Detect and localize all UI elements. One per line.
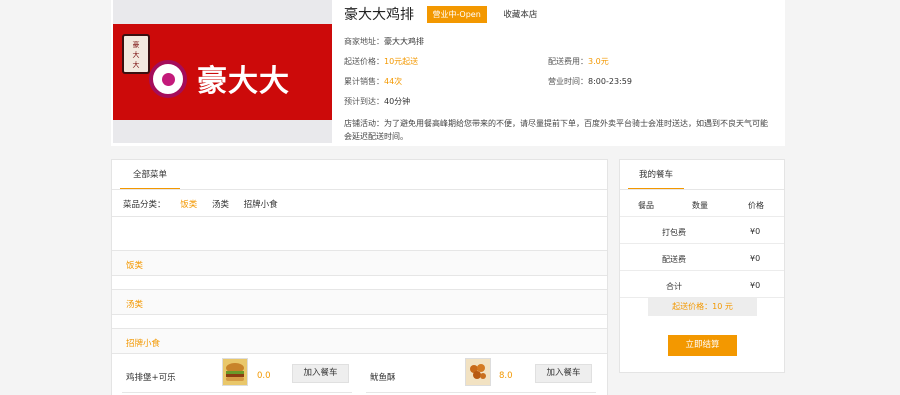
store-page: 豪大大 豪大大 豪大大鸡排 营业中-Open 收藏本店 商家地址：豪大大鸡排 起… — [0, 0, 900, 395]
category-rice[interactable]: 饭类 — [180, 200, 197, 210]
section-signature-snacks: 招牌小食 — [112, 328, 607, 354]
category-signature-snacks[interactable]: 招牌小食 — [244, 200, 278, 210]
dish-name: 鸡排堡+可乐 — [126, 373, 176, 383]
add-to-cart-button[interactable]: 加入餐车 — [535, 364, 592, 383]
min-order-notice: 起送价格：10 元 — [648, 298, 757, 316]
cart-row-label: 合计 — [666, 282, 682, 291]
section-soup: 汤类 — [112, 289, 607, 315]
delivery-fee-line: 配送费用：3.0元 — [548, 57, 609, 66]
cart-row-delivery: 配送费 ¥0 — [620, 244, 784, 271]
tab-all-menu[interactable]: 全部菜单 — [120, 160, 180, 190]
add-to-cart-button[interactable]: 加入餐车 — [292, 364, 349, 383]
address-line: 商家地址：豪大大鸡排 — [344, 37, 424, 46]
category-filter: 菜品分类： 饭类 汤类 招牌小食 — [123, 198, 290, 210]
divider — [366, 392, 596, 393]
brand-seal-logo: 豪大大 — [122, 34, 150, 74]
section-title: 招牌小食 — [126, 339, 161, 349]
cart-row-label: 配送费 — [662, 255, 686, 264]
dish-image-burger[interactable] — [222, 358, 248, 386]
favorite-store-link[interactable]: 收藏本店 — [503, 8, 537, 20]
dish-image-squid[interactable] — [465, 358, 491, 386]
cart-row-value: ¥0 — [750, 254, 761, 263]
dish-name: 鱿鱼酥 — [370, 373, 396, 383]
hours-line: 营业时间：8:00-23:59 — [548, 77, 632, 86]
section-title: 汤类 — [126, 300, 144, 310]
dish-price: 0.0 — [257, 371, 271, 381]
menu-panel: 全部菜单 菜品分类： 饭类 汤类 招牌小食 饭类 汤类 招牌小食 — [111, 159, 608, 395]
min-order-line: 起送价格：10元起送 — [344, 57, 419, 66]
cart-row-value: ¥0 — [750, 227, 761, 236]
dish-price: 8.0 — [499, 371, 513, 381]
divider — [122, 392, 352, 393]
store-name: 豪大大鸡排 — [344, 7, 414, 23]
divider — [112, 216, 607, 217]
brand-swirl-logo — [149, 60, 187, 98]
status-badge: 营业中-Open — [426, 5, 487, 23]
cart-row-packaging: 打包费 ¥0 — [620, 217, 784, 244]
store-header-card: 豪大大 豪大大 豪大大鸡排 营业中-Open 收藏本店 商家地址：豪大大鸡排 起… — [111, 0, 785, 146]
cart-row-value: ¥0 — [750, 281, 761, 290]
eta-line: 预计到达：40分钟 — [344, 97, 411, 106]
banner-brand-text: 豪大大 — [197, 64, 290, 99]
checkout-button[interactable]: 立即结算 — [668, 335, 737, 356]
divider — [112, 189, 607, 190]
cart-row-total: 合计 ¥0 — [620, 271, 784, 298]
cart-header-item: 餐品 — [638, 201, 654, 210]
store-activity: 店铺活动：为了避免用餐高峰期给您带来的不便，请尽量提前下单，百度外卖平台骑士会准… — [344, 119, 768, 141]
section-title: 饭类 — [126, 261, 144, 271]
store-banner: 豪大大 豪大大 — [113, 0, 332, 143]
cart-header-row: 餐品 数量 价格 — [620, 190, 784, 217]
banner-red-strip: 豪大大 豪大大 — [113, 24, 332, 120]
tab-my-cart[interactable]: 我的餐车 — [628, 160, 684, 190]
cart-panel: 我的餐车 餐品 数量 价格 打包费 ¥0 配送费 ¥0 合计 ¥0 起送价格：1… — [619, 159, 785, 373]
sales-line: 累计销售：44次 — [344, 77, 403, 86]
cart-header-qty: 数量 — [692, 201, 708, 210]
category-filter-label: 菜品分类： — [123, 200, 166, 210]
cart-header-price: 价格 — [748, 201, 764, 210]
cart-row-label: 打包费 — [662, 228, 686, 237]
category-soup[interactable]: 汤类 — [212, 200, 229, 210]
section-rice: 饭类 — [112, 250, 607, 276]
